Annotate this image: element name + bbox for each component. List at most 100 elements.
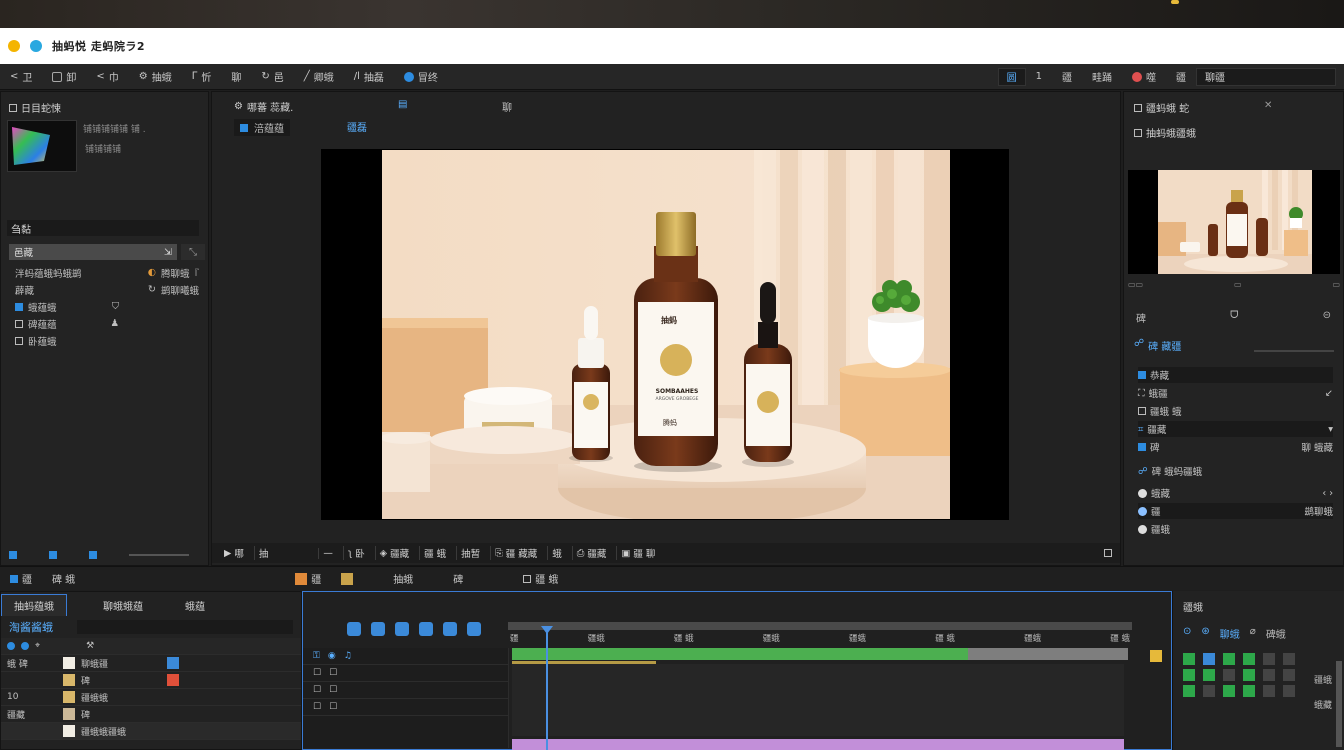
timeline-tab[interactable]: 抽蚂蕴蛾 (1, 594, 67, 616)
meter-icon[interactable]: ⊙ (1183, 626, 1191, 641)
timeline-tab[interactable]: 聊蛾蛾蕴 (91, 594, 155, 616)
property-row[interactable]: ⛶ 蛾疆 ↙ (1138, 385, 1333, 401)
workspace-item[interactable] (331, 572, 363, 585)
transport-button[interactable]: ʅ卧 (342, 546, 369, 560)
source-selector[interactable]: 涪蕴蕴 (234, 119, 290, 136)
toolbar-field-2[interactable]: 疆 (1052, 69, 1082, 84)
timeline-search[interactable] (77, 620, 293, 634)
toolbar-field-5[interactable]: 疆 (1166, 69, 1196, 84)
preview-out-icon[interactable]: ▭ (1332, 280, 1340, 289)
video-clip[interactable] (512, 648, 968, 660)
track-row[interactable]: 蛾 碑 聊蛾疆 (1, 655, 301, 672)
stepper-icon[interactable]: ‹ › (1322, 488, 1333, 499)
property-row[interactable]: 疆 鹚聊蛾 (1138, 503, 1333, 519)
transport-button[interactable]: 蛾 (547, 546, 566, 560)
transport-button[interactable]: 疆 蛾 (419, 546, 450, 560)
bin-item[interactable]: 碑蕴蕴 ♟ (9, 315, 205, 332)
monitor-tab[interactable]: ▤ (398, 99, 407, 110)
property-row[interactable]: 恭藏 (1138, 367, 1333, 383)
toolbar-num[interactable]: 1 (1026, 71, 1052, 82)
track-select-tool-icon[interactable] (371, 622, 385, 636)
meter-label[interactable]: 碑蛾 (1266, 626, 1286, 641)
tool-slash[interactable]: ╱ 卿蛾 (294, 69, 344, 84)
maximize-dot-icon[interactable] (30, 40, 42, 52)
icon-view-icon[interactable] (49, 551, 57, 559)
ripple-tool-icon[interactable] (395, 622, 409, 636)
bin-item[interactable]: 薜藏 ↻ 鹚聊曦蛾 (9, 281, 205, 298)
track-row[interactable]: 疆蛾蛾疆蛾 (1, 723, 301, 740)
transport-button[interactable]: ⎘ 疆 藏藏 (490, 546, 541, 560)
meter-icon[interactable]: ⌀ (1250, 626, 1256, 641)
transport-button[interactable]: 抽暂 (456, 546, 484, 560)
property-value[interactable]: 聊 蛾藏 (1301, 440, 1333, 454)
reset-icon[interactable]: ⊝ (1323, 310, 1331, 325)
bin-item[interactable]: 蛾蕴蛾 ⛉ (9, 298, 205, 315)
linked-icon[interactable] (21, 642, 29, 650)
tool-layers[interactable]: 聊 (221, 69, 251, 84)
settings-wrench-icon[interactable] (1104, 549, 1112, 557)
workspace-item[interactable]: 碑 蛾 (42, 571, 85, 586)
snap-icon[interactable] (7, 642, 15, 650)
transport-button[interactable]: ⎙ 疆藏 (571, 546, 611, 560)
transport-button[interactable]: ◈ 疆藏 (374, 546, 413, 560)
meter-label[interactable]: 聊蛾 (1220, 626, 1240, 641)
bin-search[interactable]: 邑藏 ⇲ (9, 244, 177, 260)
meter-scrollbar[interactable] (1336, 661, 1342, 747)
track-control-row[interactable]: ⚿ ◉ ♫ (303, 648, 508, 665)
tool-slip[interactable]: < 巾 (86, 69, 128, 84)
meter-icon[interactable]: ⊛ (1201, 626, 1209, 641)
tool-globe[interactable]: 冒终 (394, 69, 448, 84)
property-row[interactable]: 蛾藏 ‹ › (1138, 485, 1333, 501)
preview-in-icon[interactable]: ▭ (1234, 280, 1242, 289)
panel-menu-icon[interactable]: ✕ (1264, 100, 1272, 111)
track-control-row[interactable]: ☐ ☐ (303, 682, 508, 699)
property-row[interactable]: 碑 聊 蛾藏 (1138, 439, 1333, 455)
toolbar-search-field[interactable]: 聊疆 (1196, 67, 1336, 86)
monitor-tab-label[interactable]: 聊 (502, 99, 512, 114)
tool-gear[interactable]: ⚙ 抽蛾 (129, 69, 182, 84)
tool-cut[interactable]: 卸 (42, 69, 86, 84)
motion-header[interactable]: ☍ 碑 藏疆 (1134, 338, 1181, 353)
timeline-tab[interactable]: 蛾蕴 (173, 594, 217, 616)
source-preview[interactable] (1128, 170, 1340, 274)
property-row[interactable]: ☍ 碑 蛾蚂疆蛾 (1138, 463, 1333, 479)
bin-item[interactable]: 卧蕴蛾 (9, 332, 205, 349)
toolbar-field-3[interactable]: 畦踊 (1082, 69, 1122, 84)
track-control-row[interactable]: ☐ ☐ (303, 699, 508, 716)
toolbar-field-1[interactable]: 圆 (997, 67, 1026, 86)
preview-scrub-icon[interactable]: ▭▭ (1128, 280, 1143, 289)
track-row[interactable]: 碑 (1, 672, 301, 689)
tool-rotate[interactable]: ↻ 邑 (251, 69, 293, 84)
tool-back[interactable]: < 卫 (0, 69, 42, 84)
razor-tool-icon[interactable] (419, 622, 433, 636)
slip-tool-icon[interactable] (443, 622, 457, 636)
tool-text[interactable]: /l 抽磊 (344, 69, 394, 84)
media-thumbnail[interactable] (7, 120, 77, 172)
time-ruler[interactable]: 疆 疆蛾 疆 蛾 疆蛾 疆蛾 疆 蛾 疆蛾 疆 蛾 (510, 632, 1130, 644)
workspace-item[interactable]: 抽蛾 (383, 571, 423, 586)
freeform-view-icon[interactable] (89, 551, 97, 559)
wrench-icon[interactable]: ⚒ (86, 641, 94, 651)
video-frame[interactable]: 抽蚂 SOMBAAHES ARGOVE GROBEGE 腾蚂 (382, 150, 950, 519)
selection-tool-icon[interactable] (347, 622, 361, 636)
transport-button[interactable]: 抽 (253, 546, 273, 560)
workspace-item[interactable]: 疆 蛾 (513, 571, 568, 586)
bin-item[interactable]: 泮蚂蕴蛾蚂蛾鹚 ◐ 腾聊蛾『 (9, 264, 205, 281)
workspace-item[interactable]: 疆 (285, 571, 331, 586)
transport-button[interactable]: ▣ 疆 聊 (616, 546, 659, 560)
timecode[interactable]: 淘酱酱蛾 (9, 619, 53, 635)
transport-button[interactable]: — (318, 547, 337, 559)
track-control-row[interactable]: ☐ ☐ (303, 665, 508, 682)
minimize-dot-icon[interactable] (8, 40, 20, 52)
toolbar-record[interactable]: 噬 (1122, 69, 1166, 84)
property-row[interactable]: 疆蛾 蛾 (1138, 403, 1333, 419)
property-row[interactable]: ⌗ 疆藏 ▾ (1138, 421, 1333, 437)
property-row[interactable]: 疆蛾 (1138, 521, 1333, 537)
playhead-line[interactable] (546, 630, 548, 750)
zoom-selector[interactable]: 疆磊 (347, 119, 367, 134)
property-value[interactable]: 鹚聊蛾 (1304, 504, 1333, 518)
audio-clip[interactable] (512, 739, 1124, 750)
list-view-icon[interactable] (9, 551, 17, 559)
opacity-slider[interactable] (1254, 350, 1334, 352)
play-button[interactable]: ▶ 哪 (220, 546, 248, 561)
